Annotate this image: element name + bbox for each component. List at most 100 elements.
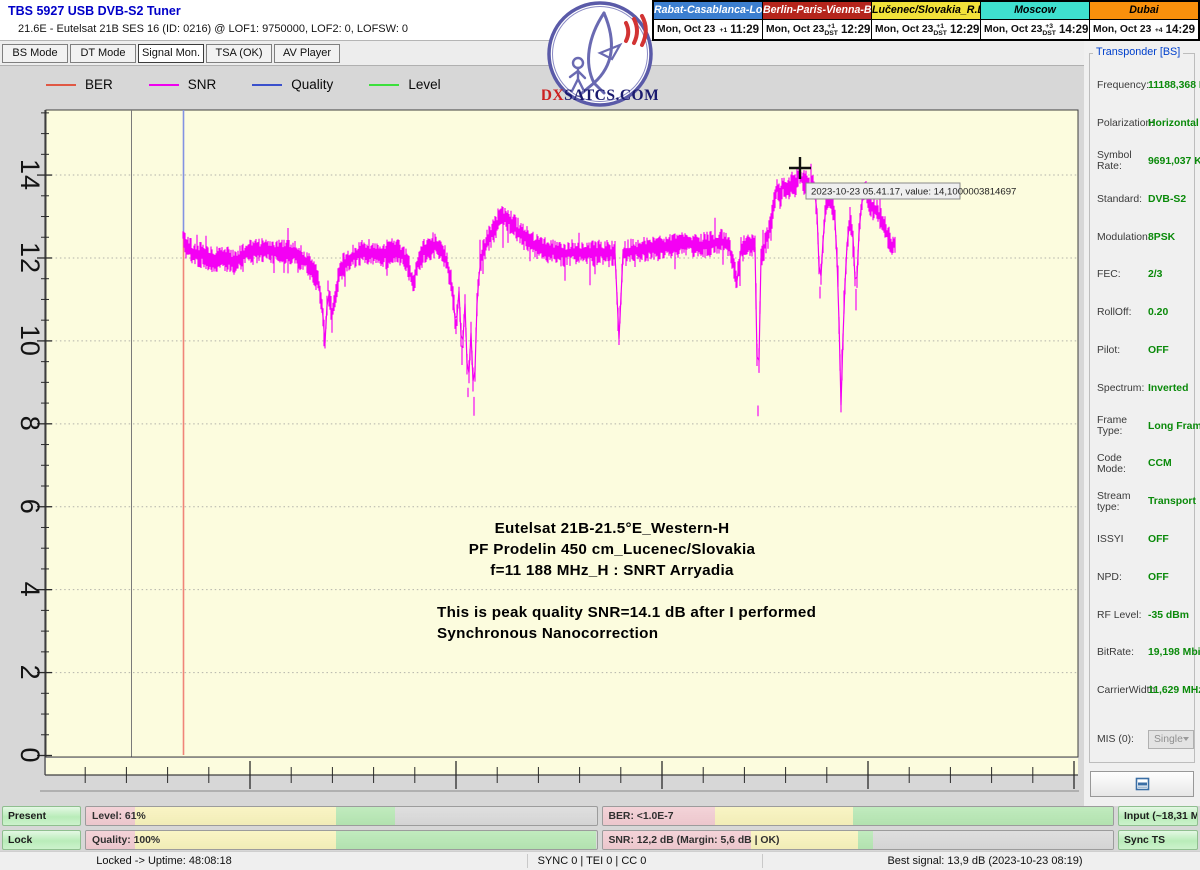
legend-line-quality bbox=[252, 84, 282, 86]
bar-zone bbox=[135, 807, 336, 825]
field-label: ISSYI bbox=[1097, 534, 1148, 545]
clock-utc-offset: +3DST bbox=[1042, 22, 1056, 37]
clock-date: Mon, Oct 23 bbox=[984, 24, 1042, 35]
transponder-sidebar: Transponder [BS] Frequency:11188,368 MHz… bbox=[1084, 41, 1200, 806]
clock-utc-offset: +1 bbox=[719, 26, 727, 34]
field-bitrate: BitRate:19,198 Mbit/s bbox=[1090, 634, 1194, 672]
status-divider bbox=[527, 854, 528, 868]
clock-body: Mon, Oct 23+1DST12:29 bbox=[763, 20, 871, 39]
field-label: Symbol Rate: bbox=[1097, 150, 1148, 172]
monitor-row-2: LockQuality: 100%SNR: 12,2 dB (Margin: 5… bbox=[2, 830, 1198, 850]
clock-utc-offset: +4 bbox=[1155, 26, 1163, 34]
y-tick-label: 14 bbox=[15, 159, 45, 191]
transponder-groupbox: Transponder [BS] Frequency:11188,368 MHz… bbox=[1089, 53, 1195, 763]
tab-bs-mode[interactable]: BS Mode bbox=[2, 44, 68, 63]
transponder-list-button[interactable] bbox=[1090, 771, 1194, 797]
dst-flag: DST bbox=[824, 30, 838, 37]
clock-berlin-paris-vienna-belgrade: Berlin-Paris-Vienna-BelgradeMon, Oct 23+… bbox=[763, 2, 872, 39]
field-value: OFF bbox=[1148, 345, 1169, 356]
field-label: Modulation: bbox=[1097, 232, 1148, 243]
field-value: OFF bbox=[1148, 572, 1169, 583]
mis-select[interactable]: Single bbox=[1148, 730, 1194, 749]
tab-signal-mon[interactable]: Signal Mon. bbox=[138, 44, 204, 63]
clock-rabat-casablanca-london: Rabat-Casablanca-LondonMon, Oct 23+111:2… bbox=[654, 2, 763, 39]
bar-zone bbox=[395, 807, 597, 825]
plot-area[interactable] bbox=[46, 110, 1078, 757]
clock-time: 12:29 bbox=[950, 24, 979, 36]
clock-city-label: Berlin-Paris-Vienna-Belgrade bbox=[763, 2, 871, 20]
clock-date: Mon, Oct 23 bbox=[1093, 24, 1151, 35]
clock-time: 11:29 bbox=[730, 24, 759, 36]
clock-city-label: Moscow bbox=[981, 2, 1089, 20]
clock-time: 12:29 bbox=[841, 24, 870, 36]
field-label: Frame Type: bbox=[1097, 415, 1148, 437]
annotation-line: PF Prodelin 450 cm_Lucenec/Slovakia bbox=[469, 541, 756, 558]
y-tick-label: 4 bbox=[15, 582, 45, 598]
transponder-rows: Frequency:11188,368 MHzPolarization:Hori… bbox=[1090, 67, 1194, 758]
field-label: Polarization: bbox=[1097, 118, 1148, 129]
monitor-row-1: PresentLevel: 61%BER: <1.0E-7Input (~18,… bbox=[2, 806, 1198, 826]
clock-utc-offset: +1DST bbox=[933, 22, 947, 37]
field-mis: MIS (0):Single bbox=[1090, 721, 1194, 759]
field-value: CCM bbox=[1148, 458, 1172, 469]
clock-body: Mon, Oct 23+3DST14:29 bbox=[981, 20, 1089, 39]
window-subtitle: 21.6E - Eutelsat 21B SES 16 (ID: 0216) @… bbox=[18, 23, 408, 35]
status-badge-lock: Lock bbox=[2, 830, 81, 850]
y-tick-label: 10 bbox=[15, 325, 45, 357]
clock-date: Mon, Oct 23 bbox=[766, 24, 824, 35]
signal-chart[interactable]: 02468101214Eutelsat 21B-21.5°E_Western-H… bbox=[0, 100, 1080, 806]
bar-zone bbox=[336, 807, 395, 825]
field-label: Standard: bbox=[1097, 194, 1148, 205]
clock-utc-offset: +1DST bbox=[824, 22, 838, 37]
clock-body: Mon, Oct 23 +111:29 bbox=[654, 20, 762, 39]
y-tick-label: 12 bbox=[15, 242, 45, 274]
clock-moscow: MoscowMon, Oct 23+3DST14:29 bbox=[981, 2, 1090, 39]
field-value: 0.20 bbox=[1148, 307, 1168, 318]
tab-av-player[interactable]: AV Player bbox=[274, 44, 340, 63]
field-polarization: Polarization:Horizontal bbox=[1090, 105, 1194, 143]
clock-body: Mon, Oct 23+414:29 bbox=[1090, 20, 1198, 39]
field-value: 11188,368 MHz bbox=[1148, 80, 1200, 91]
clock-panel: Rabat-Casablanca-LondonMon, Oct 23+111:2… bbox=[652, 0, 1200, 41]
legend-label-snr: SNR bbox=[188, 77, 217, 92]
field-label: RF Level: bbox=[1097, 610, 1148, 621]
offset-value: +1 bbox=[827, 23, 835, 30]
legend-label-ber: BER bbox=[85, 77, 113, 92]
legend-line-snr bbox=[149, 84, 179, 86]
status-bar: Locked -> Uptime: 48:08:18 SYNC 0 | TEI … bbox=[0, 851, 1200, 870]
bar-label: Quality: 100% bbox=[92, 831, 160, 849]
y-tick-label: 0 bbox=[15, 747, 45, 763]
clock-date: Mon, Oct 23 bbox=[657, 24, 715, 35]
chart-zone: BERSNRQualityLevel 02468101214Eutelsat 2… bbox=[0, 66, 1082, 806]
annotation-line: This is peak quality SNR=14.1 dB after I… bbox=[437, 604, 816, 621]
status-divider bbox=[762, 854, 763, 868]
field-code-mode: Code Mode:CCM bbox=[1090, 445, 1194, 483]
field-value: Inverted bbox=[1148, 383, 1188, 394]
field-frequency: Frequency:11188,368 MHz bbox=[1090, 67, 1194, 105]
field-value: 19,198 Mbit/s bbox=[1148, 647, 1200, 658]
field-value: OFF bbox=[1148, 534, 1169, 545]
y-tick-label: 6 bbox=[15, 499, 45, 515]
progress-bar-quality: Quality: 100% bbox=[85, 830, 598, 850]
field-label: Pilot: bbox=[1097, 345, 1148, 356]
window-title: TBS 5927 USB DVB-S2 Tuner bbox=[8, 4, 181, 18]
bar-zone bbox=[873, 831, 1113, 849]
clock-body: Mon, Oct 23+1DST12:29 bbox=[872, 20, 980, 39]
dst-flag: DST bbox=[1042, 30, 1056, 37]
field-rolloff: RollOff:0.20 bbox=[1090, 294, 1194, 332]
chart-tooltip-text: 2023-10-23 05.41.17, value: 14,100000381… bbox=[811, 187, 1016, 198]
bar-zone bbox=[135, 831, 336, 849]
offset-value: +3 bbox=[1045, 23, 1053, 30]
field-label: FEC: bbox=[1097, 269, 1148, 280]
tab-tsa-ok[interactable]: TSA (OK) bbox=[206, 44, 272, 63]
field-value: 8PSK bbox=[1148, 232, 1175, 243]
field-fec: FEC:2/3 bbox=[1090, 256, 1194, 294]
field-issyi: ISSYIOFF bbox=[1090, 521, 1194, 559]
field-rf-level: RF Level:-35 dBm bbox=[1090, 596, 1194, 634]
tab-dt-mode[interactable]: DT Mode bbox=[70, 44, 136, 63]
field-npd: NPD:OFF bbox=[1090, 558, 1194, 596]
best-signal-status: Best signal: 13,9 dB (2023-10-23 08:19) bbox=[887, 852, 1082, 870]
field-label: Code Mode: bbox=[1097, 453, 1148, 475]
field-label: MIS (0): bbox=[1097, 734, 1148, 745]
transponder-title: Transponder [BS] bbox=[1093, 46, 1183, 58]
